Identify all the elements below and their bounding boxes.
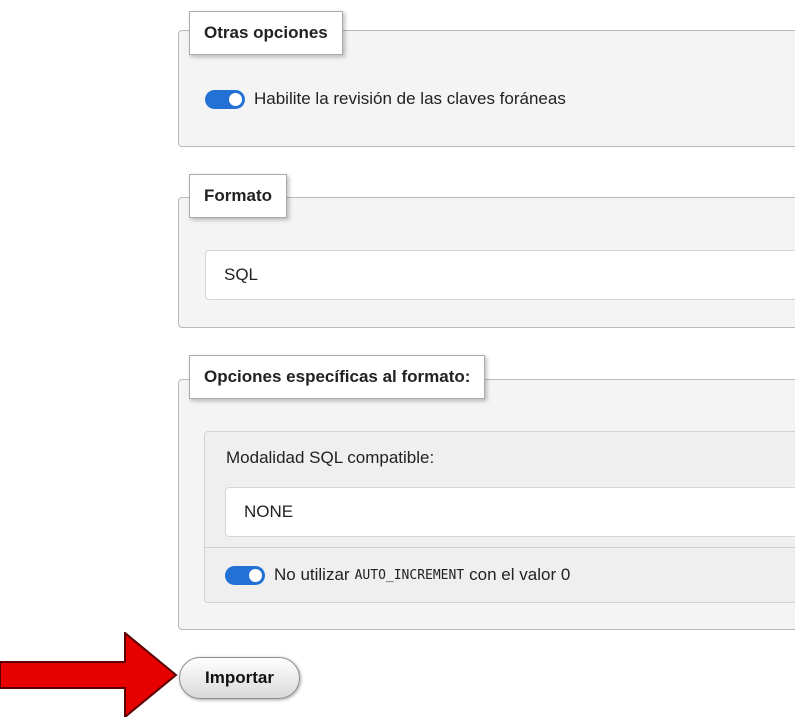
- format-selected-value: SQL: [224, 265, 259, 284]
- format-select[interactable]: SQL: [205, 250, 795, 300]
- section-divider: [205, 547, 795, 548]
- sql-compat-label: Modalidad SQL compatible:: [226, 448, 435, 467]
- other-options-title: Otras opciones: [189, 11, 343, 55]
- sql-compat-select[interactable]: NONE: [225, 487, 795, 537]
- no-auto-increment-code: AUTO_INCREMENT: [354, 567, 465, 583]
- foreign-key-check-option[interactable]: Habilite la revisión de las claves forán…: [205, 89, 566, 109]
- no-auto-increment-option[interactable]: No utilizar AUTO_INCREMENT con el valor …: [225, 565, 570, 585]
- no-auto-increment-toggle[interactable]: [225, 565, 265, 585]
- red-arrow-right-icon: [0, 632, 178, 717]
- format-title: Formato: [189, 174, 287, 218]
- foreign-key-check-label: Habilite la revisión de las claves forán…: [254, 89, 566, 108]
- format-specific-title: Opciones específicas al formato:: [189, 355, 486, 399]
- import-options-page: Otras opciones Habilite la revisión de l…: [0, 0, 795, 717]
- no-auto-increment-suffix: con el valor 0: [469, 565, 571, 584]
- import-button[interactable]: Importar: [179, 657, 300, 699]
- no-auto-increment-prefix: No utilizar: [274, 565, 350, 584]
- toggle-knob: [249, 568, 262, 582]
- arrow-shape: [0, 632, 178, 717]
- toggle-knob: [229, 92, 242, 106]
- foreign-key-check-toggle[interactable]: [205, 89, 245, 109]
- sql-compat-selected-value: NONE: [244, 502, 294, 521]
